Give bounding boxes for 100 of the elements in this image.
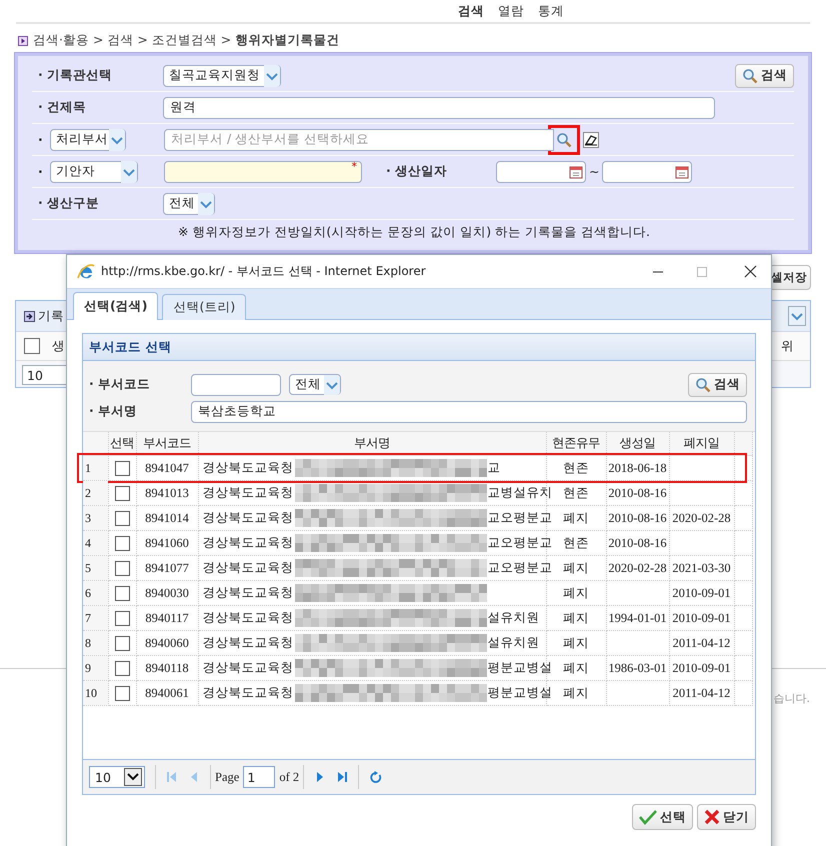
table-row[interactable]: 6 8940030 경상북도교육청 폐지 2010-09-01 [83, 580, 752, 606]
table-cell: 평분교병설 [488, 684, 552, 700]
checkbox[interactable] [114, 586, 130, 602]
table-row[interactable]: 10 8940061 경상북도교육청 평분교병설 폐지 2011-04-12 [83, 680, 752, 706]
table-cell: 교오평분교 [488, 510, 552, 524]
field-label: · 건제목 [37, 99, 88, 116]
table-cell: 교 [488, 460, 500, 474]
search-icon[interactable] [548, 124, 580, 154]
row-number: 5 [85, 560, 91, 574]
table-cell: 8940061 [145, 686, 189, 700]
title-field[interactable]: 원격 [163, 96, 715, 118]
table-cell: 폐지 [563, 634, 589, 650]
table-row[interactable]: 8 8940060 경상북도교육청 설유치원 폐지 2011-04-12 [83, 630, 752, 656]
archive-select[interactable]: 칠곡교육지원청 [163, 64, 281, 86]
field-label: · 부서코드 [89, 376, 152, 393]
table-cell: 폐지 [563, 510, 589, 524]
search-icon [742, 68, 758, 84]
table-row[interactable]: 4 8941060 경상북도교육청 교오평분교 현존 2010-08-16 [83, 530, 752, 556]
row-number: 9 [85, 660, 91, 674]
search-icon [695, 376, 711, 392]
checkbox[interactable] [114, 461, 130, 476]
nav-link[interactable]: 열람 [498, 2, 524, 20]
scope-select[interactable]: 전체 [289, 374, 341, 395]
tab[interactable]: 선택(검색) [73, 292, 158, 320]
table-cell: 8941013 [145, 486, 189, 500]
search-button[interactable]: 검색 [735, 64, 794, 88]
table-cell: 2010-08-16 [608, 536, 667, 550]
table-cell: 경상북도교육청 [202, 484, 294, 500]
checkbox[interactable] [24, 338, 40, 354]
table-cell: 현존 [563, 484, 589, 500]
search-button[interactable]: 검색 [688, 372, 747, 396]
bullet: · [37, 132, 44, 147]
column-header[interactable]: 선택 [108, 432, 136, 456]
panel-header: 부서코드 선택 [83, 334, 755, 361]
checkbox[interactable] [114, 511, 130, 526]
code-field[interactable] [191, 374, 281, 396]
drafter-type-select[interactable]: 기안자 [50, 160, 138, 182]
column-header[interactable]: 부서코드 [136, 432, 198, 456]
date-field[interactable] [496, 160, 586, 182]
last-page-icon[interactable] [336, 771, 348, 783]
department-name-field[interactable]: 북삼초등학교 [191, 400, 747, 422]
drafter-field[interactable]: * [164, 160, 362, 182]
range-separator: ~ [589, 164, 600, 179]
page-size-select[interactable]: 10 [89, 766, 145, 788]
column-header[interactable]: 현존유무 [546, 432, 606, 456]
table-cell: 2011-04-12 [672, 636, 730, 650]
eraser-icon[interactable] [583, 132, 599, 148]
checkbox[interactable] [114, 486, 130, 502]
table-cell: 경상북도교육청 [202, 460, 294, 474]
table-cell: 설유치원 [488, 634, 540, 650]
production-type-select[interactable]: 전체 [163, 192, 215, 214]
table-row[interactable]: 1 8941047 경상북도교육청 교 현존 2018-06-18 [83, 456, 752, 480]
department-type-select[interactable]: 처리부서 [50, 128, 126, 150]
row-number: 7 [85, 610, 91, 624]
table-cell: 2021-03-30 [672, 560, 731, 574]
column-header[interactable]: 부서명 [198, 432, 546, 456]
row-number: 10 [85, 686, 97, 700]
table-cell: 폐지 [563, 660, 589, 674]
checkbox[interactable] [114, 686, 130, 702]
table-cell: 경상북도교육청 [202, 584, 294, 600]
close-icon[interactable] [744, 265, 757, 278]
date-field[interactable] [602, 160, 692, 182]
column-header[interactable]: 생성일 [606, 432, 669, 456]
save-button[interactable]: 셀저장 [769, 265, 811, 290]
row-number: 6 [85, 586, 91, 600]
table-row[interactable]: 3 8941014 경상북도교육청 교오평분교 폐지 2010-08-16 2020-02-28 [83, 506, 752, 530]
checkbox[interactable] [114, 536, 130, 552]
checkbox[interactable] [114, 611, 130, 626]
refresh-icon[interactable] [369, 770, 382, 784]
checkbox[interactable] [114, 561, 130, 576]
select-button[interactable]: 선택 [632, 804, 693, 830]
table-cell: 2018-06-18 [608, 460, 667, 474]
table-cell: 설유치원 [488, 610, 540, 624]
checkbox[interactable] [114, 661, 130, 676]
table-row[interactable]: 7 8940117 경상북도교육청 설유치원 폐지 1994-01-01 2010-09-01 [83, 606, 752, 630]
table-cell: 8940030 [145, 586, 189, 600]
table-row[interactable]: 9 8940118 경상북도교육청 평분교병설 폐지 1986-03-01 2010-09-01 [83, 656, 752, 680]
bullet-icon [18, 36, 28, 46]
table-cell: 평분교병설 [488, 660, 552, 674]
table-cell: 경상북도교육청 [202, 684, 294, 700]
table-row[interactable]: 5 8941077 경상북도교육청 교오평분교 폐지 2020-02-28 2021-03-30 [83, 556, 752, 580]
table-cell: 현존 [563, 534, 589, 550]
table-cell: 교오평분교 [488, 534, 552, 550]
row-number: 2 [85, 486, 91, 500]
table-cell: 2010-09-01 [672, 660, 731, 674]
column-header[interactable]: 폐지일 [669, 432, 734, 456]
tab[interactable]: 선택(트리) [162, 294, 246, 320]
table-cell: 2010-08-16 [608, 486, 667, 500]
calendar-icon[interactable] [675, 164, 690, 178]
field-label: · 생산구분 [37, 195, 100, 212]
nav-link[interactable]: 통계 [538, 2, 564, 20]
page-number-field[interactable]: 1 [243, 766, 276, 788]
table-cell: 8941077 [145, 560, 189, 574]
close-button[interactable]: 닫기 [697, 804, 756, 830]
chevron-down-icon[interactable] [124, 768, 142, 786]
table-row[interactable]: 2 8941013 경상북도교육청 교병설유치 현존 2010-08-16 [83, 480, 752, 506]
checkbox[interactable] [114, 636, 130, 652]
nav-link[interactable]: 검색 [458, 2, 484, 20]
calendar-icon[interactable] [569, 164, 583, 178]
table-cell: 8940060 [145, 636, 189, 650]
